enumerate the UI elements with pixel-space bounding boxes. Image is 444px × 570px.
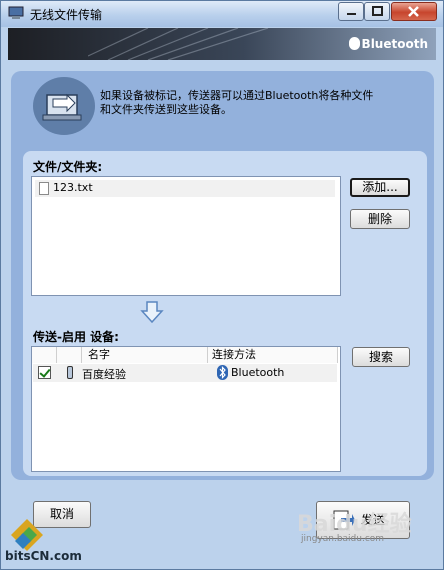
file-transfer-icon (33, 77, 95, 135)
bluetooth-banner: Bluetooth (8, 28, 436, 60)
close-button[interactable] (391, 2, 437, 21)
bluetooth-brand-text: Bluetooth (361, 37, 428, 51)
column-header-icon[interactable] (57, 347, 82, 363)
transfer-window: 无线文件传输 Bluetooth 如果设备被标记，传送器可以通过Bluetoot… (0, 0, 444, 570)
arrow-down-icon (140, 301, 164, 324)
header-description: 如果设备被标记，传送器可以通过Bluetooth将各种文件 和文件夹传送到这些设… (100, 89, 373, 117)
app-window-icon (8, 6, 24, 19)
title-bar[interactable]: 无线文件传输 (1, 1, 443, 27)
file-list[interactable]: 123.txt (31, 176, 341, 296)
column-header-name[interactable]: 名字 (82, 347, 208, 363)
description-line-1: 如果设备被标记，传送器可以通过Bluetooth将各种文件 (100, 89, 374, 102)
maximize-button[interactable] (364, 2, 390, 21)
column-header-check[interactable] (32, 347, 57, 363)
description-line-2: 和文件夹传送到这些设备。 (100, 103, 232, 116)
table-row[interactable]: 百度经验 Bluetooth (33, 364, 337, 382)
column-header-method[interactable]: 连接方法 (208, 347, 338, 363)
text-file-icon (39, 182, 49, 195)
bluetooth-brand: Bluetooth (348, 37, 428, 51)
bluetooth-icon (217, 365, 228, 380)
minimize-icon (347, 13, 356, 15)
banner-decoration (88, 28, 269, 60)
maximize-icon (372, 6, 383, 16)
device-list[interactable]: 名字 连接方法 百度经验 Bluetooth (31, 346, 341, 472)
connection-method: Bluetooth (231, 366, 285, 379)
minimize-button[interactable] (338, 2, 364, 21)
close-icon (408, 6, 419, 17)
devices-label: 传送-启用 设备: (33, 330, 119, 344)
delete-button[interactable]: 删除 (350, 209, 410, 229)
phone-icon (67, 366, 73, 379)
add-button[interactable]: 添加... (350, 178, 410, 197)
bitscn-watermark: bitsCN.com (5, 549, 82, 563)
file-name: 123.txt (53, 181, 93, 194)
files-label: 文件/文件夹: (33, 160, 103, 174)
bluetooth-icon (348, 37, 360, 50)
list-item[interactable]: 123.txt (35, 180, 335, 197)
device-name: 百度经验 (82, 368, 126, 381)
device-checkbox[interactable] (38, 366, 51, 379)
baidu-watermark-url: jingyan.baidu.com (301, 534, 385, 544)
search-button[interactable]: 搜索 (352, 347, 410, 367)
window-title: 无线文件传输 (30, 8, 103, 22)
